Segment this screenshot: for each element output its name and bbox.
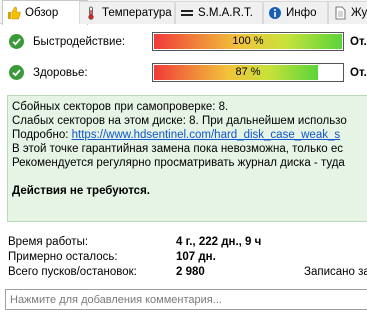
performance-action[interactable]: От.: [350, 36, 367, 48]
info-line: Сбойных секторов при самопроверке: 8.: [12, 101, 229, 113]
tab-info[interactable]: Инфо: [263, 1, 328, 24]
remaining-label: Примерно осталось:: [8, 251, 118, 263]
tab-label: Обзор: [25, 7, 59, 19]
journal-icon: [333, 6, 347, 20]
health-bar: 87 %: [152, 63, 344, 82]
tab-journal[interactable]: Жу: [328, 1, 367, 24]
performance-percent: 100 %: [232, 35, 264, 47]
conclusion-text: Действия не требуются.: [12, 185, 150, 197]
written-label: Записано за: [304, 266, 367, 278]
health-check-icon: [9, 65, 24, 80]
health-percent: 87 %: [235, 66, 261, 78]
performance-label: Быстродействие:: [33, 36, 126, 48]
remaining-value: 107 дн.: [176, 251, 216, 263]
status-info-box: Сбойных секторов при самопроверке: 8. Сл…: [7, 95, 367, 222]
tab-label: Температура: [102, 7, 172, 19]
uptime-label: Время работы:: [8, 236, 89, 248]
info-line: В этой точке гарантийная замена пока нев…: [12, 143, 343, 155]
details-link[interactable]: https://www.hdsentinel.com/hard_disk_cas…: [72, 129, 340, 141]
details-prefix: Подробно:: [12, 129, 72, 141]
health-label: Здоровье:: [33, 67, 88, 79]
performance-bar: 100 %: [152, 32, 344, 51]
info-line: Рекомендуется регулярно просматривать жу…: [12, 157, 345, 169]
tab-label: Жу: [351, 7, 367, 19]
uptime-value: 4 г., 222 дн., 9 ч: [176, 236, 262, 248]
tab-smart[interactable]: S.M.A.R.T.: [175, 1, 263, 24]
thermometer-icon: [84, 6, 98, 20]
tab-overview[interactable]: Обзор: [2, 0, 88, 25]
smart-bars-icon: [180, 6, 194, 20]
tab-label: S.M.A.R.T.: [198, 7, 253, 19]
comment-input[interactable]: [5, 289, 367, 310]
starts-value: 2 980: [176, 266, 205, 278]
performance-check-icon: [9, 34, 24, 49]
starts-label: Всего пусков/остановок:: [8, 266, 137, 278]
tab-label: Инфо: [286, 7, 317, 19]
tab-temperature[interactable]: Температура: [79, 1, 175, 24]
info-icon: [268, 6, 282, 20]
health-action[interactable]: От.: [350, 67, 367, 79]
tab-bar: Обзор Температура S.M.A.R.T. Инфо Жу: [0, 0, 367, 25]
info-line: Слабых секторов на этом диске: 8. При да…: [12, 115, 347, 127]
thumbs-up-icon: [7, 6, 21, 20]
info-line-details: Подробно: https://www.hdsentinel.com/har…: [12, 128, 367, 142]
